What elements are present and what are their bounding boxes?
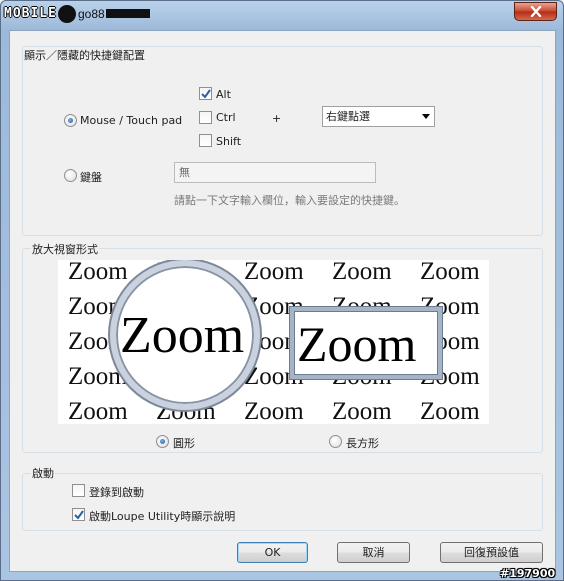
restore-defaults-button[interactable]: 回復預設值	[440, 542, 543, 563]
cancel-button[interactable]: 取消	[337, 542, 410, 563]
zoom-sample-text: Zoom	[68, 398, 128, 424]
circle-radio[interactable]	[156, 435, 169, 448]
circle-radio-label: 圓形	[173, 437, 195, 450]
zoom-sample-text: Zoom	[244, 398, 304, 424]
ok-button[interactable]: OK	[237, 542, 308, 563]
mouse-button-value: 右鍵點選	[326, 110, 370, 123]
redaction-bar	[105, 9, 150, 18]
zoom-sample-text: Zoom	[332, 398, 392, 424]
alt-checkbox[interactable]	[199, 87, 212, 100]
ctrl-label: Ctrl	[216, 111, 236, 124]
show-help-label: 啟動Loupe Utility時顯示說明	[89, 510, 236, 523]
shift-label: Shift	[216, 135, 242, 148]
dialog-window: MOBILE go88 顯示／隱藏的快捷鍵配置 Mouse / Touch pa…	[0, 0, 564, 581]
alt-label: Alt	[216, 88, 231, 101]
mouse-button-dropdown[interactable]: 右鍵點選	[322, 106, 435, 127]
rect-radio-label: 長方形	[346, 437, 379, 450]
zoom-sample-text: Zoom	[332, 260, 392, 285]
keyboard-radio[interactable]	[64, 169, 77, 182]
circle-lens-text: Zoom	[120, 307, 245, 364]
circle-lens-preview: Zoom	[110, 260, 260, 410]
title-bar: MOBILE go88	[1, 1, 563, 29]
close-button[interactable]	[514, 2, 557, 21]
hotkey-input[interactable]: 無	[174, 162, 376, 183]
plus-sign: +	[272, 112, 282, 125]
show-help-checkbox[interactable]	[72, 508, 85, 521]
window-style-group-title: 放大視窗形式	[31, 241, 99, 257]
close-icon	[530, 6, 541, 17]
mouse-radio-label: Mouse / Touch pad	[80, 114, 183, 127]
watermark-circle-icon	[57, 4, 76, 23]
startup-group-title: 啟動	[31, 465, 55, 481]
zoom-sample-text: Zoom	[420, 398, 480, 424]
rect-lens-text: Zoom	[297, 316, 417, 372]
shape-preview: Zoom Zoom Zoom Zoom Zoom Zoom Zoom Zoom Zoom Zoom…	[58, 260, 489, 424]
mouse-radio[interactable]	[64, 114, 77, 127]
keyboard-radio-label: 鍵盤	[80, 171, 102, 184]
rect-lens-preview: Zoom	[290, 307, 442, 379]
corner-badge: #197900	[500, 567, 556, 580]
chevron-down-icon	[422, 114, 430, 119]
watermark-user: go88	[77, 6, 105, 21]
check-icon	[74, 510, 84, 520]
hotkey-group-title: 顯示／隱藏的快捷鍵配置	[24, 49, 145, 62]
dialog-client: 顯示／隱藏的快捷鍵配置 Mouse / Touch pad Alt Ctrl S…	[9, 30, 556, 572]
check-icon	[201, 89, 211, 99]
register-startup-label: 登錄到啟動	[89, 486, 144, 499]
rect-radio[interactable]	[329, 435, 342, 448]
hotkey-hint: 請點一下文字輸入欄位，輸入要設定的快捷鍵。	[174, 194, 405, 207]
zoom-sample-text: Zoom	[244, 260, 304, 285]
watermark: MOBILE go88	[4, 4, 182, 23]
ctrl-checkbox[interactable]	[199, 111, 212, 124]
zoom-sample-text: Zoom	[68, 260, 128, 285]
zoom-sample-text: Zoom	[420, 260, 480, 285]
watermark-logo: MOBILE	[4, 6, 57, 21]
shift-checkbox[interactable]	[199, 134, 212, 147]
register-startup-checkbox[interactable]	[72, 484, 85, 497]
